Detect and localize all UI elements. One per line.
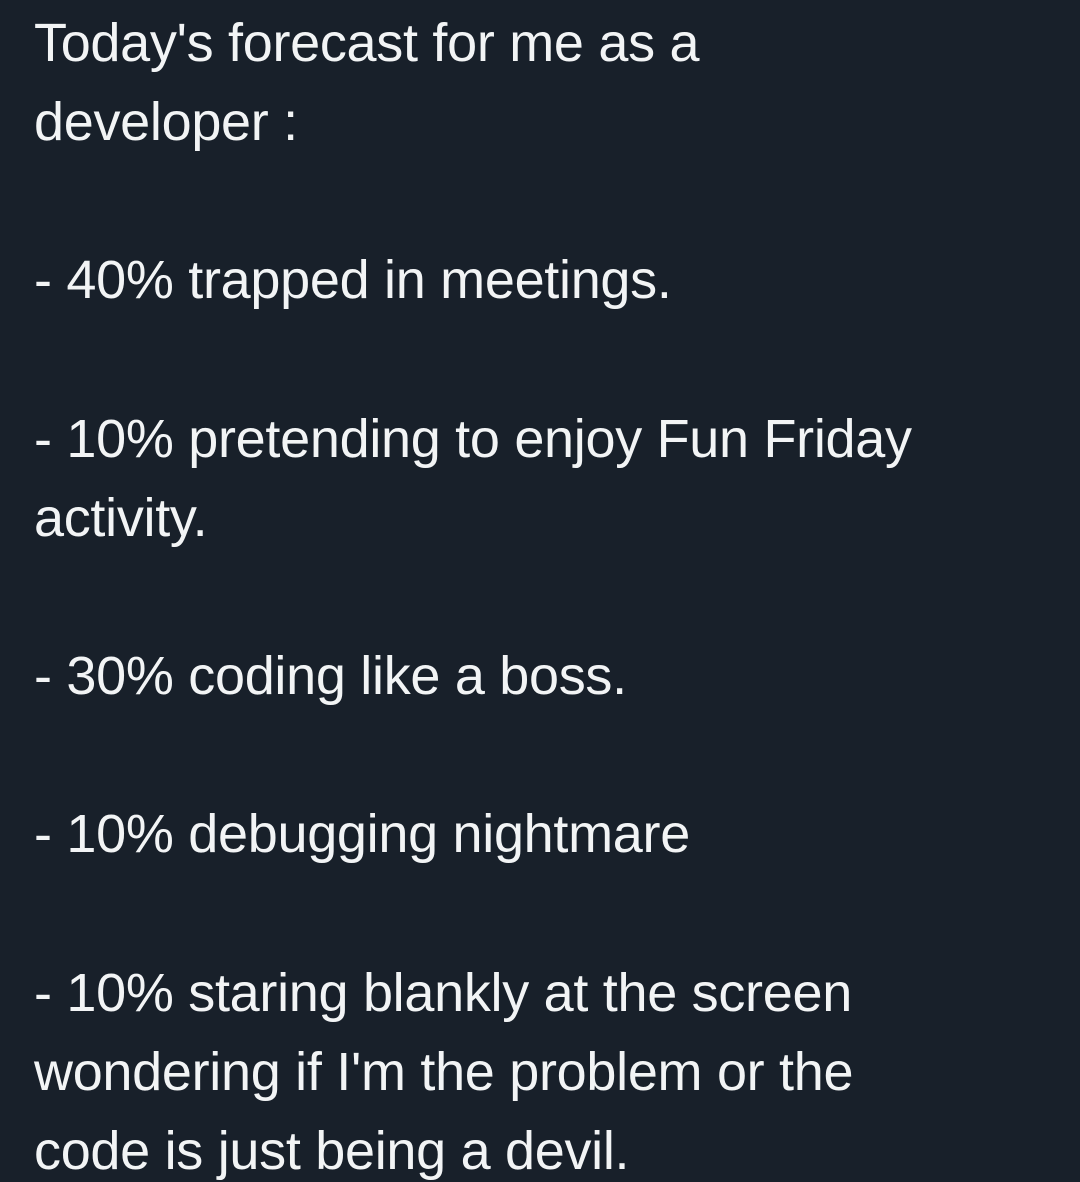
forecast-item-staring-cont: code is just being a devil. (34, 1121, 630, 1181)
forecast-item-staring: - 10% staring blankly at the screen (34, 963, 852, 1023)
intro-line: developer : (34, 92, 298, 152)
intro-line: Today's forecast for me as a (34, 13, 700, 73)
forecast-item-meetings: - 40% trapped in meetings. (34, 250, 672, 310)
forecast-item-staring-cont: wondering if I'm the problem or the (34, 1042, 854, 1102)
forecast-item-debugging: - 10% debugging nightmare (34, 804, 690, 864)
forecast-item-fun-friday-cont: activity. (34, 488, 208, 548)
forecast-item-coding: - 30% coding like a boss. (34, 646, 627, 706)
post-text-body: Today's forecast for me as a developer :… (0, 0, 1080, 1182)
forecast-item-fun-friday: - 10% pretending to enjoy Fun Friday (34, 409, 912, 469)
